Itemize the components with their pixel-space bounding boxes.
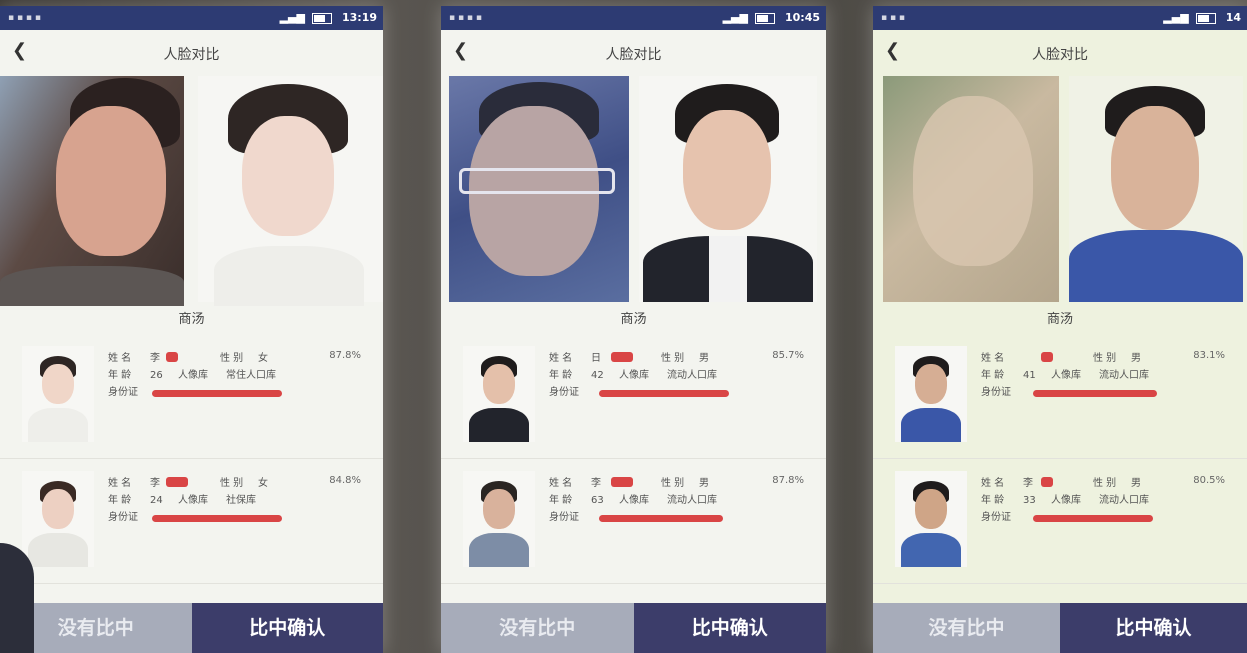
result-thumbnail	[895, 471, 967, 567]
battery-icon	[755, 12, 776, 24]
result-item[interactable]: 姓 名李性 别男 年 龄 33 人像库 流动人口库 身份证 80.5%	[873, 459, 1247, 584]
result-thumbnail	[463, 346, 535, 442]
status-bar: ▪ ▪ ▪ ▪ ▂▄▆ 13:19	[0, 6, 383, 30]
no-match-button[interactable]: 没有比中	[441, 603, 634, 653]
signal-icon: ▂▄▆	[722, 11, 748, 24]
carrier-icons: ▪ ▪ ▪ ▪	[8, 13, 41, 23]
result-item[interactable]: 姓 名性 别男 年 龄 41 人像库 流动人口库 身份证 83.1%	[873, 334, 1247, 459]
comparison-photos	[441, 76, 826, 306]
result-item[interactable]: 姓 名日性 别男 年 龄 42 人像库 流动人口库 身份证 85.7%	[441, 334, 826, 459]
section-label: 商汤	[178, 312, 205, 327]
status-time: 13:19	[341, 11, 377, 24]
match-score: 87.8%	[329, 350, 361, 361]
status-time: 10:45	[784, 11, 820, 24]
match-score: 83.1%	[1193, 350, 1225, 361]
database-photo	[639, 76, 817, 302]
captured-photo	[449, 76, 629, 302]
status-time: 14	[1225, 11, 1241, 24]
match-score: 85.7%	[772, 350, 804, 361]
match-score: 80.5%	[1193, 475, 1225, 486]
title-bar: ❮ 人脸对比	[441, 30, 826, 76]
redaction-mark	[152, 390, 282, 397]
confirm-match-button[interactable]: 比中确认	[191, 603, 383, 653]
result-item[interactable]: 姓 名李性 别女 年 龄 26 人像库 常住人口库 身份证 87.8%	[0, 334, 383, 459]
redaction-mark	[599, 390, 729, 397]
title-bar: ❮ 人脸对比	[0, 30, 383, 76]
no-match-button[interactable]: 没有比中	[873, 603, 1060, 653]
carrier-icons: ▪ ▪ ▪	[881, 13, 906, 23]
page-title: 人脸对比	[605, 47, 662, 63]
phone-screen-3: ▪ ▪ ▪ ▂▄▆ 14 ❮ 人脸对比 商汤 姓 名性 别男 年 龄 41 人像库流…	[873, 6, 1247, 653]
redaction-mark	[152, 515, 282, 522]
title-bar: ❮ 人脸对比	[873, 30, 1247, 76]
action-bar: 没有比中 比中确认	[441, 603, 826, 653]
status-bar: ▪ ▪ ▪ ▂▄▆ 14	[873, 6, 1247, 30]
redaction-mark	[1033, 390, 1157, 397]
captured-photo	[883, 76, 1059, 302]
result-thumbnail	[22, 471, 94, 567]
match-score: 84.8%	[329, 475, 361, 486]
phone-screen-2: ▪ ▪ ▪ ▪ ▂▄▆ 10:45 ❮ 人脸对比 商汤 姓 名日性 别男 年 龄…	[441, 6, 826, 653]
action-bar: 没有比中 比中确认	[873, 603, 1247, 653]
signal-icon: ▂▄▆	[1163, 11, 1189, 24]
match-score: 87.8%	[772, 475, 804, 486]
result-thumbnail	[22, 346, 94, 442]
signal-icon: ▂▄▆	[279, 11, 305, 24]
status-right: ▂▄▆ 10:45	[723, 6, 820, 30]
page-title: 人脸对比	[1032, 47, 1088, 63]
redaction-mark	[599, 515, 723, 522]
result-item[interactable]: 姓 名李性 别女 年 龄 24 人像库 社保库 身份证 84.8%	[0, 459, 383, 584]
carrier-icons: ▪ ▪ ▪ ▪	[449, 13, 482, 23]
action-bar: 没有比中 比中确认	[0, 603, 383, 653]
section-label: 商汤	[620, 312, 647, 327]
confirm-match-button[interactable]: 比中确认	[633, 603, 826, 653]
database-photo	[198, 76, 383, 306]
result-thumbnail	[895, 346, 967, 442]
captured-photo	[0, 76, 184, 306]
confirm-match-button[interactable]: 比中确认	[1060, 603, 1247, 653]
database-photo	[1069, 76, 1243, 302]
battery-icon	[312, 12, 333, 24]
redaction-mark	[1033, 515, 1153, 522]
battery-icon	[1196, 12, 1217, 24]
status-bar: ▪ ▪ ▪ ▪ ▂▄▆ 10:45	[441, 6, 826, 30]
result-thumbnail	[463, 471, 535, 567]
result-item[interactable]: 姓 名李性 别男 年 龄 63 人像库 流动人口库 身份证 87.8%	[441, 459, 826, 584]
status-right: ▂▄▆ 14	[1163, 6, 1241, 30]
status-right: ▂▄▆ 13:19	[280, 6, 377, 30]
phone-screen-1: ▪ ▪ ▪ ▪ ▂▄▆ 13:19 ❮ 人脸对比 商汤 姓 名李性 别女 年 龄…	[0, 6, 383, 653]
comparison-photos	[0, 76, 383, 306]
presenter-silhouette	[0, 543, 34, 653]
page-title: 人脸对比	[163, 47, 220, 63]
section-label: 商汤	[1046, 312, 1073, 327]
comparison-photos	[873, 76, 1247, 306]
